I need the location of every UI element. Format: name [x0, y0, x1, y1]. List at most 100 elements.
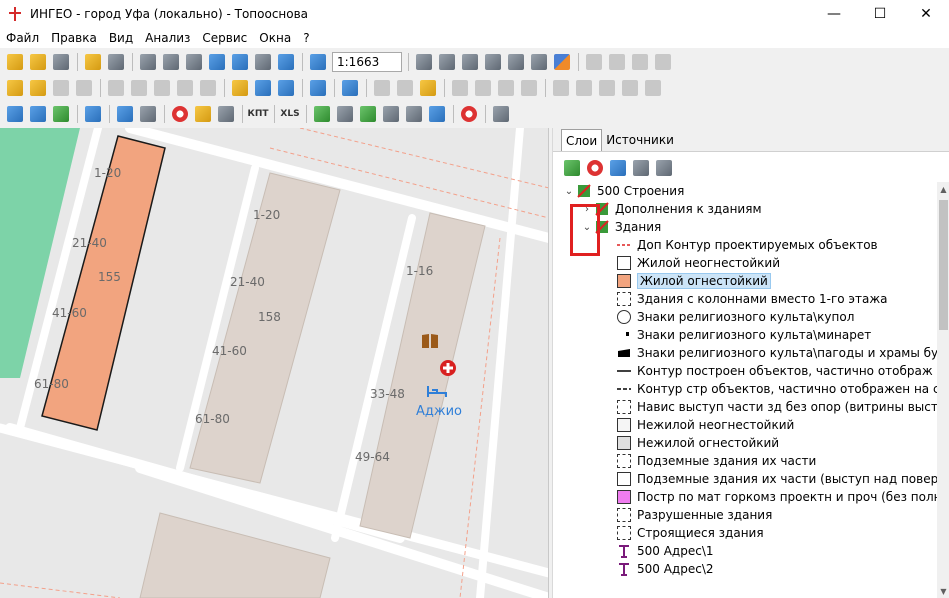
medical-button[interactable]: [458, 103, 480, 125]
edit-tool-4[interactable]: [174, 77, 196, 99]
vertical-scrollbar[interactable]: ▲ ▼: [937, 182, 949, 598]
info-pointer-button[interactable]: [436, 51, 458, 73]
cut-object-button[interactable]: [73, 77, 95, 99]
layers-button[interactable]: [50, 51, 72, 73]
tree-item[interactable]: Разрушенные здания: [553, 506, 938, 524]
document-button[interactable]: [192, 103, 214, 125]
scale-zoom-button[interactable]: [307, 51, 329, 73]
edit-tool-6[interactable]: [371, 77, 393, 99]
paste-object-button[interactable]: [50, 77, 72, 99]
edit-tool-2[interactable]: [128, 77, 150, 99]
scroll-down-icon[interactable]: ▼: [937, 584, 949, 598]
edit-tool-16[interactable]: [619, 77, 641, 99]
preview-button[interactable]: [82, 51, 104, 73]
map-view[interactable]: 1-20 21-40 155 41-60 61-80 1-20 21-40 15…: [0, 128, 549, 598]
tree-item[interactable]: Жилой огнестойкий: [553, 272, 938, 290]
style-button[interactable]: [551, 51, 573, 73]
zoom-window-button[interactable]: [183, 51, 205, 73]
edit-tool-14[interactable]: [573, 77, 595, 99]
menu-analysis[interactable]: Анализ: [139, 31, 196, 45]
select-by-button[interactable]: [528, 51, 550, 73]
tree-item[interactable]: ⌄ 500 Строения: [553, 182, 938, 200]
edit-tool-8[interactable]: [417, 77, 439, 99]
kpt-button[interactable]: КПТ: [247, 103, 269, 125]
pointer-button[interactable]: [413, 51, 435, 73]
compass-button[interactable]: [357, 103, 379, 125]
tab-sources[interactable]: Источники: [602, 129, 678, 151]
query-button[interactable]: [114, 103, 136, 125]
edit-tool-15[interactable]: [596, 77, 618, 99]
help-pointer-button[interactable]: [339, 77, 361, 99]
direction-button[interactable]: [380, 103, 402, 125]
menu-windows[interactable]: Окна: [253, 31, 297, 45]
edit-tool-10[interactable]: [472, 77, 494, 99]
xls-button[interactable]: XLS: [279, 103, 301, 125]
select-area-button[interactable]: [137, 51, 159, 73]
disabled-tool-2[interactable]: [606, 51, 628, 73]
route-flag-button[interactable]: [50, 103, 72, 125]
scroll-thumb[interactable]: [939, 200, 948, 330]
undo-button[interactable]: [307, 77, 329, 99]
disabled-tool-3[interactable]: [629, 51, 651, 73]
home-button[interactable]: [334, 103, 356, 125]
edit-tool-12[interactable]: [518, 77, 540, 99]
report-button[interactable]: [137, 103, 159, 125]
menu-edit[interactable]: Правка: [45, 31, 103, 45]
menu-help[interactable]: ?: [297, 31, 315, 45]
menu-file[interactable]: Файл: [0, 31, 45, 45]
zoom-in-button[interactable]: [206, 51, 228, 73]
tree-item[interactable]: Знаки религиозного культа\пагоды и храмы…: [553, 344, 938, 362]
tree-item[interactable]: Подземные здания их части (выступ над по…: [553, 470, 938, 488]
maximize-button[interactable]: ☐: [857, 0, 903, 28]
zoom-out-button[interactable]: [229, 51, 251, 73]
disabled-tool-4[interactable]: [652, 51, 674, 73]
print-button[interactable]: [105, 51, 127, 73]
open-button[interactable]: [4, 51, 26, 73]
chevron-down-icon[interactable]: ⌄: [561, 183, 577, 199]
layer-refresh-button[interactable]: [561, 157, 583, 179]
tree-item[interactable]: Нежилой огнестойкий: [553, 434, 938, 452]
layer-select-button[interactable]: [630, 157, 652, 179]
tree-item[interactable]: Постр по мат горкомз проектн и проч (без…: [553, 488, 938, 506]
layer-move-button[interactable]: [584, 157, 606, 179]
edit-tool-3[interactable]: [151, 77, 173, 99]
zoom-extent-button[interactable]: [252, 51, 274, 73]
pan-button[interactable]: [160, 51, 182, 73]
layer-settings-button[interactable]: [653, 157, 675, 179]
scroll-up-icon[interactable]: ▲: [937, 182, 949, 196]
tree-item[interactable]: › Дополнения к зданиям: [553, 200, 938, 218]
zoom-prev-button[interactable]: [275, 51, 297, 73]
tree-item[interactable]: Здания с колоннами вместо 1-го этажа: [553, 290, 938, 308]
disabled-tool-1[interactable]: [583, 51, 605, 73]
open-recent-button[interactable]: [27, 51, 49, 73]
edit-tool-1[interactable]: [105, 77, 127, 99]
scale-input[interactable]: 1:1663: [332, 52, 402, 72]
tree-item[interactable]: Навис выступ части зд без опор (витрины …: [553, 398, 938, 416]
edit-tool-13[interactable]: [550, 77, 572, 99]
tree-item[interactable]: Доп Контур проектируемых объектов: [553, 236, 938, 254]
tree-item[interactable]: Контур стр объектов, частично отображен …: [553, 380, 938, 398]
copy-object-button[interactable]: [27, 77, 49, 99]
tree-item[interactable]: ⌄ Здания: [553, 218, 938, 236]
properties-button[interactable]: [275, 77, 297, 99]
help-button[interactable]: [426, 103, 448, 125]
tree-item[interactable]: Жилой неогнестойкий: [553, 254, 938, 272]
edit-tool-9[interactable]: [449, 77, 471, 99]
edit-tool-17[interactable]: [642, 77, 664, 99]
minimize-button[interactable]: —: [811, 0, 857, 28]
tree-item[interactable]: Знаки религиозного культа\минарет: [553, 326, 938, 344]
tree-item[interactable]: Строящиеся здания: [553, 524, 938, 542]
layer-collapse-button[interactable]: [607, 157, 629, 179]
tree-item[interactable]: Подземные здания их части: [553, 452, 938, 470]
menu-view[interactable]: Вид: [103, 31, 139, 45]
stop-button[interactable]: [169, 103, 191, 125]
globe-button[interactable]: [311, 103, 333, 125]
tree-item[interactable]: 500 Адрес\1: [553, 542, 938, 560]
close-button[interactable]: ✕: [903, 0, 949, 28]
edit-tool-5[interactable]: [197, 77, 219, 99]
tree-item[interactable]: Знаки религиозного культа\купол: [553, 308, 938, 326]
lasso-select-button[interactable]: [482, 51, 504, 73]
table-button[interactable]: [252, 77, 274, 99]
rect-select-button[interactable]: [459, 51, 481, 73]
search-button[interactable]: [82, 103, 104, 125]
